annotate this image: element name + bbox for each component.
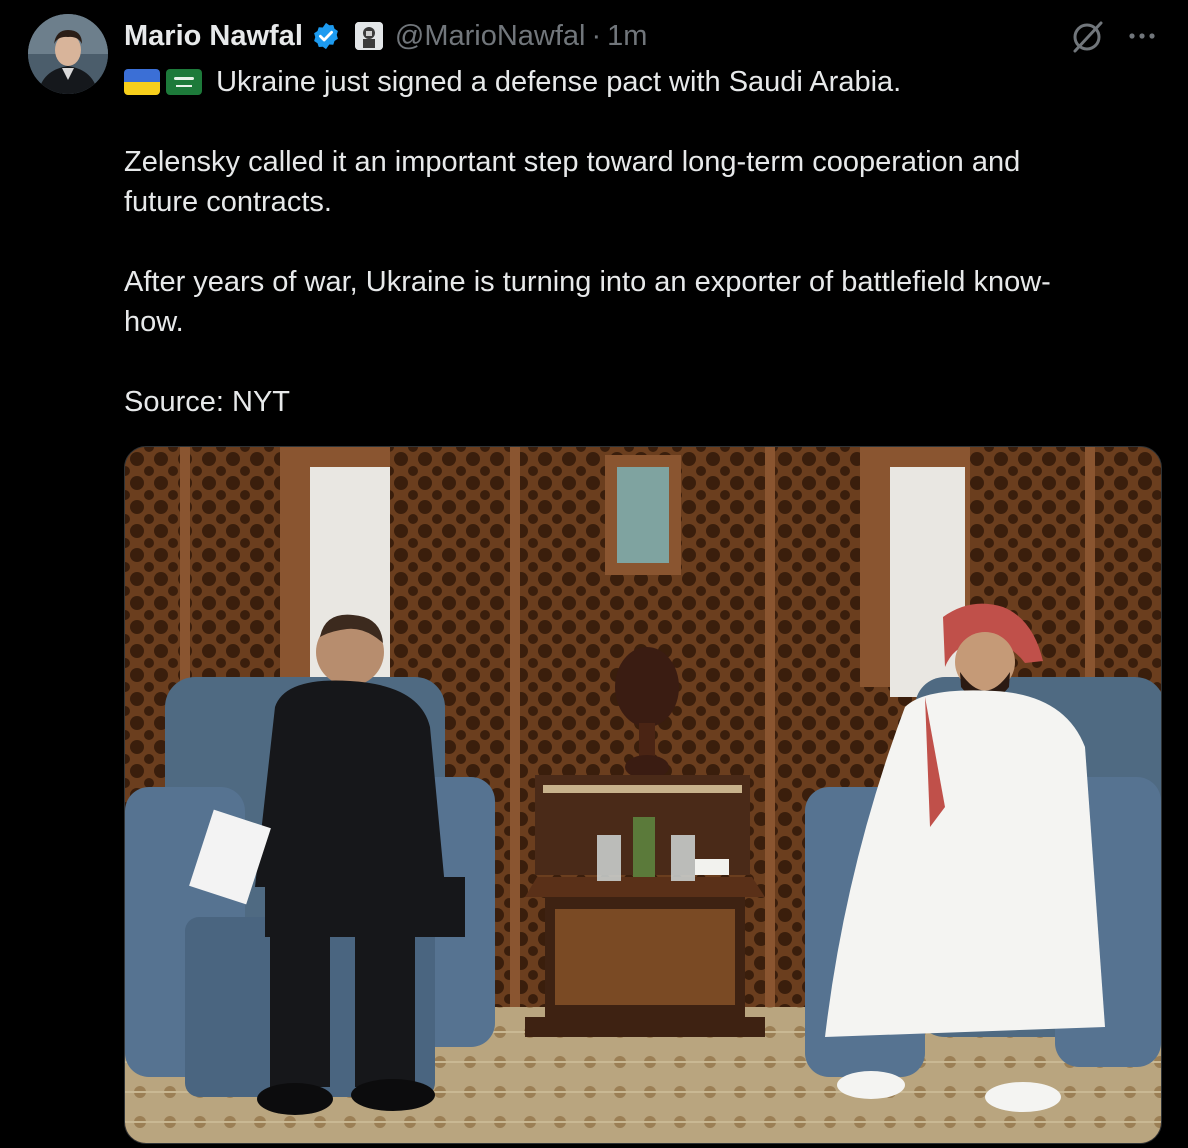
- separator-dot: ·: [591, 19, 602, 52]
- timestamp[interactable]: 1m: [607, 20, 647, 53]
- tweet: Mario Nawfal @MarioNawfal · 1m Ukraine j…: [0, 0, 1188, 1148]
- tweet-text-line3a: After years of war, Ukraine is turning i…: [124, 266, 1051, 298]
- tweet-line: Ukraine just signed a defense pact with …: [124, 62, 1144, 102]
- tweet-photo[interactable]: [124, 446, 1162, 1144]
- affiliate-badge-icon[interactable]: [354, 22, 383, 50]
- ukraine-flag-icon: [124, 69, 160, 95]
- tweet-text-line1: Ukraine just signed a defense pact with …: [216, 66, 902, 98]
- saudi-flag-icon: [166, 69, 202, 95]
- tweet-text-line2a: Zelensky called it an important step tow…: [124, 146, 1021, 178]
- tweet-header: Mario Nawfal @MarioNawfal · 1m: [124, 16, 647, 56]
- tweet-text: Ukraine just signed a defense pact with …: [124, 62, 1144, 422]
- tweet-text-line3b: how.: [124, 306, 184, 338]
- author-name[interactable]: Mario Nawfal: [124, 20, 303, 53]
- tweet-text-line4: Source: NYT: [124, 386, 290, 418]
- more-options-icon[interactable]: [1124, 18, 1160, 54]
- verified-badge-icon: [311, 21, 341, 51]
- avatar[interactable]: [28, 14, 108, 94]
- tweet-text-line2b: future contracts.: [124, 186, 332, 218]
- author-handle[interactable]: @MarioNawfal: [395, 20, 586, 53]
- grok-icon[interactable]: [1068, 18, 1106, 56]
